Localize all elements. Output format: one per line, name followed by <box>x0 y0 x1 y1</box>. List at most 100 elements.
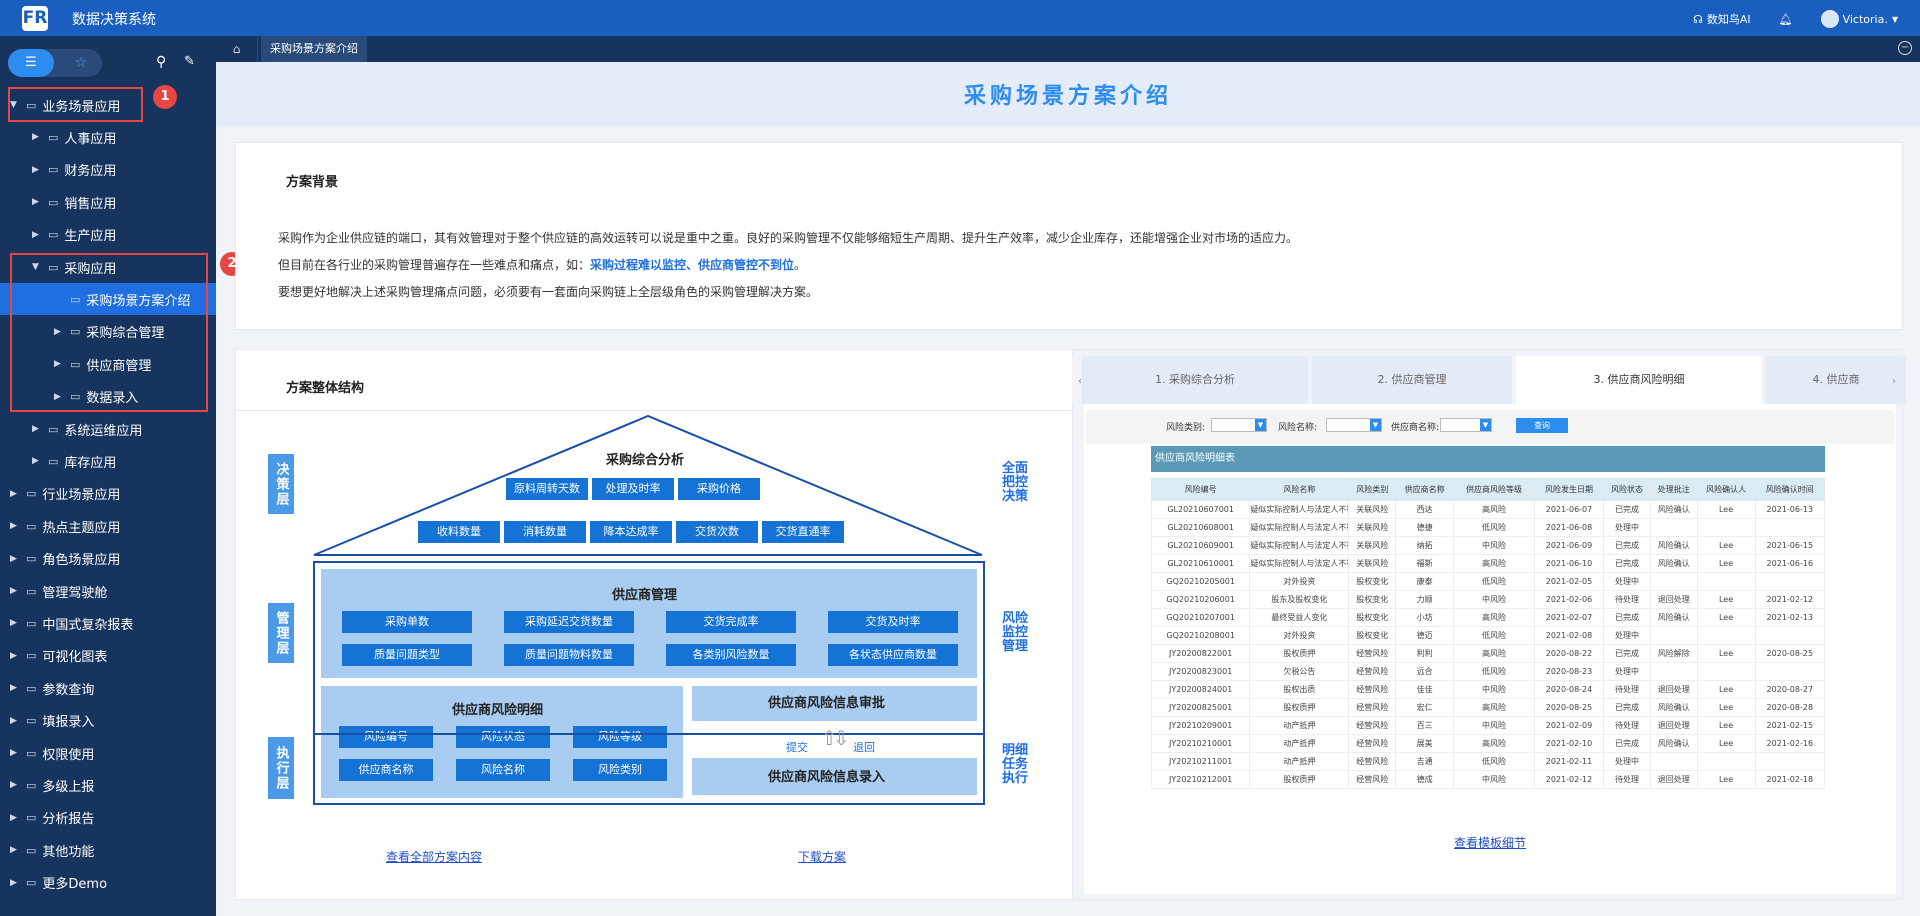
chevron-left-icon[interactable]: ‹ <box>1078 376 1082 387</box>
table-row[interactable]: GL20210610001 疑似实际控制人与法定人不符 关联风险 福斯 高风险 2021-… <box>1150 554 1826 573</box>
table-cell: 风险确认 <box>1649 500 1698 519</box>
table-cell: 低风险 <box>1453 572 1535 591</box>
right-label-risk: 风险 监控 管理 <box>1001 611 1028 654</box>
table-cell: 已完成 <box>1603 554 1651 573</box>
table-row[interactable]: JY20210210001 动产抵押 经营风险 展美 高风险 2021-02-10 已完成风… <box>1150 734 1826 753</box>
tab-active[interactable]: 采购场景方案介绍 <box>261 36 367 62</box>
table-cell: 经营风险 <box>1348 734 1397 753</box>
table-row[interactable]: JY20200823001 欠税公告 经营风险 远合 低风险 2020-08-23 处理中 <box>1150 662 1826 681</box>
sidebar-item-13[interactable]: ▶ ▭ 热点主题应用 <box>0 510 216 542</box>
top-bar: FR 数据决策系统 ☊ 数知鸟AI 🔔︎ Victoria. ▼ <box>0 0 1920 36</box>
sidebar-item-16[interactable]: ▶ ▭ 中国式复杂报表 <box>0 607 216 639</box>
table-row[interactable]: JY20210211001 动产抵押 经营风险 吉通 低风险 2021-02-11 处理中 <box>1150 752 1826 771</box>
column-header: 供应商风险等级 <box>1453 478 1535 501</box>
sidebar-item-19[interactable]: ▶ ▭ 填报录入 <box>0 705 216 737</box>
table-cell: 股权变化 <box>1348 572 1397 591</box>
background-paragraph-1: 采购作为企业供应链的端口，其有效管理对于整个供应链的高效运转可以说是重中之重。良… <box>278 231 1299 245</box>
sidebar-item-11[interactable]: ▶ ▭ 库存应用 <box>0 445 216 477</box>
table-cell: 2021-02-16 <box>1754 734 1826 753</box>
background-card: 方案背景 采购作为企业供应链的端口，其有效管理对于整个供应链的高效运转可以说是重… <box>235 142 1903 330</box>
table-cell: 已完成 <box>1603 608 1651 627</box>
table-cell: 2021-02-12 <box>1754 590 1826 609</box>
pin-icon[interactable]: ✎ <box>184 54 195 69</box>
table-cell: 待处理 <box>1603 680 1651 699</box>
close-all-icon[interactable]: − <box>1898 41 1912 55</box>
list-icon[interactable]: ☰ <box>8 49 54 77</box>
table-row[interactable]: GL20210607001 疑似实际控制人与法定人不符 关联风险 西达 高风险 2021-… <box>1150 500 1826 519</box>
table-row[interactable]: JY20200825001 股权质押 经营风险 宏仁 高风险 2020-08-25 已完成风… <box>1150 698 1826 717</box>
user-menu[interactable]: Victoria. ▼ <box>1820 10 1898 28</box>
background-heading: 方案背景 <box>286 175 339 190</box>
home-icon[interactable]: ⌂ <box>216 36 258 62</box>
table-row[interactable]: JY20210212001 股权质押 经营风险 德成 中风险 2021-02-12 待处理退… <box>1150 770 1826 789</box>
sidebar-item-24[interactable]: ▶ ▭ 更多Demo <box>0 867 216 899</box>
sidebar: ☰ ☆ ⚲ ✎ ▼ ▭ 业务场景应用 ▶ ▭ 人事应用 ▶ ▭ 财务应用 ▶ ▭ 销售应用 ▶ ▭ 生产应用… <box>0 36 216 916</box>
query-button[interactable]: 查询 <box>1516 418 1568 433</box>
table-cell: 2021-02-05 <box>1533 572 1605 591</box>
arrow-down-icon: ⇩ <box>833 726 850 750</box>
preview-tab-1[interactable]: 1. 采购综合分析 <box>1082 356 1308 404</box>
table-row[interactable]: GL20210609001 疑似实际控制人与法定人不符 关联风险 纳拓 中风险 2021-… <box>1150 536 1826 555</box>
risk-name-select[interactable]: ▼ <box>1326 418 1382 432</box>
table-row[interactable]: JY20200822001 股权质押 经营风险 利利 高风险 2020-08-22 已完成风… <box>1150 644 1826 663</box>
table-cell: Lee <box>1696 536 1756 555</box>
table-cell: 动产抵押 <box>1249 752 1350 771</box>
table-cell: 股权质押 <box>1249 644 1350 663</box>
table-cell <box>1696 572 1756 591</box>
table-cell: Lee <box>1696 500 1756 519</box>
search-icon[interactable]: ⚲ <box>156 54 166 70</box>
table-row[interactable]: GQ20210207001 最终受益人变化 股权变化 小坊 高风险 2021-02-07 已… <box>1150 608 1826 627</box>
diagram-box: 降本达成率 <box>590 521 672 543</box>
table-cell: JY20210210001 <box>1150 734 1251 753</box>
submit-label: 提交 <box>786 741 808 754</box>
table-row[interactable]: GL20210608001 疑似实际控制人与法定人不符 关联风险 德捷 低风险 2021-… <box>1150 518 1826 537</box>
download-link[interactable]: 下载方案 <box>798 848 846 865</box>
ai-assistant-button[interactable]: ☊ 数知鸟AI <box>1693 11 1751 27</box>
sidebar-item-1[interactable]: ▶ ▭ 人事应用 <box>0 121 216 153</box>
sidebar-item-22[interactable]: ▶ ▭ 分析报告 <box>0 802 216 834</box>
table-cell: 退回处理 <box>1649 770 1698 789</box>
sidebar-item-4[interactable]: ▶ ▭ 生产应用 <box>0 219 216 251</box>
sidebar-item-20[interactable]: ▶ ▭ 权限使用 <box>0 737 216 769</box>
sidebar-item-15[interactable]: ▶ ▭ 管理驾驶舱 <box>0 575 216 607</box>
table-cell: 经营风险 <box>1348 680 1397 699</box>
table-row[interactable]: GQ20210208001 对外投资 股权变化 德迈 低风险 2021-02-08 处理中 <box>1150 626 1826 645</box>
table-cell: 关联风险 <box>1348 536 1397 555</box>
view-template-link[interactable]: 查看模板细节 <box>1454 834 1526 851</box>
preview-tab-4[interactable]: 4. 供应商 <box>1766 356 1906 404</box>
sidebar-item-14[interactable]: ▶ ▭ 角色场景应用 <box>0 543 216 575</box>
layer-decision: 决策层 <box>268 454 294 514</box>
table-row[interactable]: JY20210209001 动产抵押 经营风险 百三 中风险 2021-02-09 待处理退… <box>1150 716 1826 735</box>
star-icon[interactable]: ☆ <box>66 49 96 77</box>
supplier-name-select[interactable]: ▼ <box>1440 418 1492 432</box>
sidebar-item-2[interactable]: ▶ ▭ 财务应用 <box>0 154 216 186</box>
table-cell: 风险确认 <box>1649 554 1698 573</box>
table-cell: 处理中 <box>1603 572 1651 591</box>
sidebar-item-10[interactable]: ▶ ▭ 系统运维应用 <box>0 413 216 445</box>
folder-icon: ▭ <box>48 130 59 144</box>
preview-tab-2[interactable]: 2. 供应商管理 <box>1312 356 1512 404</box>
table-row[interactable]: GQ20210205001 对外投资 股权变化 康泰 低风险 2021-02-05 处理中 <box>1150 572 1826 591</box>
sidebar-item-18[interactable]: ▶ ▭ 参数查询 <box>0 672 216 704</box>
highlight-box-1 <box>8 87 143 122</box>
table-cell: 关联风险 <box>1348 500 1397 519</box>
sidebar-item-23[interactable]: ▶ ▭ 其他功能 <box>0 834 216 866</box>
risk-category-select[interactable]: ▼ <box>1211 418 1267 432</box>
table-row[interactable]: GQ20210206001 股东及股权变化 股权变化 力顺 中风险 2021-02-06 待… <box>1150 590 1826 609</box>
bell-icon[interactable]: 🔔︎ <box>1779 13 1793 26</box>
table-cell: 最终受益人变化 <box>1249 608 1350 627</box>
sidebar-item-12[interactable]: ▶ ▭ 行业场景应用 <box>0 478 216 510</box>
tab-bar: ⌂ 采购场景方案介绍 − <box>216 36 1920 62</box>
chevron-right-icon[interactable]: › <box>1892 376 1896 387</box>
sidebar-item-21[interactable]: ▶ ▭ 多级上报 <box>0 769 216 801</box>
table-cell: 展美 <box>1395 734 1455 753</box>
view-all-link[interactable]: 查看全部方案内容 <box>386 848 482 865</box>
table-row[interactable]: JY20200824001 股权出质 经营风险 佳佳 中风险 2020-08-24 待处理退… <box>1150 680 1826 699</box>
preview-tab-3[interactable]: 3. 供应商风险明细 <box>1516 356 1762 404</box>
table-cell: 股权变化 <box>1348 626 1397 645</box>
expand-arrow-icon: ▶ <box>10 683 17 694</box>
sidebar-item-3[interactable]: ▶ ▭ 销售应用 <box>0 186 216 218</box>
table-cell: 动产抵押 <box>1249 716 1350 735</box>
sidebar-item-17[interactable]: ▶ ▭ 可视化图表 <box>0 640 216 672</box>
table-cell: 小坊 <box>1395 608 1455 627</box>
